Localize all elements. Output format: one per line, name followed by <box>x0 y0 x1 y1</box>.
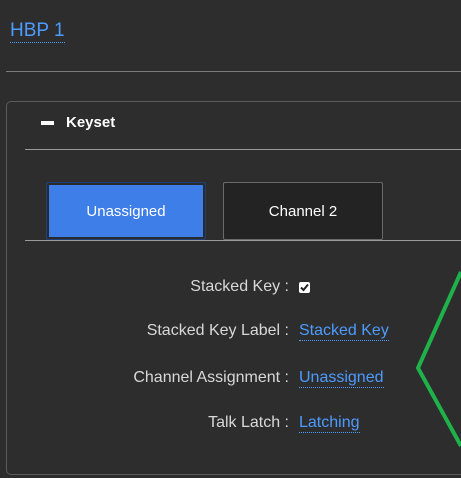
stacked-key-label: Stacked Key : <box>190 278 289 295</box>
channel-assignment-row: Channel Assignment : Unassigned <box>7 369 461 391</box>
tab-unassigned-label: Unassigned <box>86 202 166 220</box>
stacked-key-label-value[interactable]: Stacked Key <box>299 322 389 341</box>
stacked-key-checkbox[interactable] <box>299 282 310 293</box>
keyset-tabs: Unassigned Channel 2 <box>7 182 461 244</box>
talk-latch-label: Talk Latch : <box>208 414 289 431</box>
checkmark-icon <box>300 283 309 292</box>
stacked-key-value <box>299 278 310 296</box>
collapse-minus-icon[interactable] <box>41 121 54 125</box>
top-divider <box>6 71 461 72</box>
talk-latch-value[interactable]: Latching <box>299 414 360 433</box>
tab-channel-2[interactable]: Channel 2 <box>223 182 383 240</box>
keyset-panel: Keyset Unassigned Channel 2 Stacked Key … <box>6 101 461 475</box>
panel-header-divider <box>25 149 461 150</box>
page: HBP 1 Keyset Unassigned Channel 2 Stacke… <box>0 0 461 478</box>
tabs-underline <box>25 240 461 241</box>
talk-latch-row: Talk Latch : Latching <box>7 414 461 436</box>
stacked-key-label-row: Stacked Key Label : Stacked Key <box>7 322 461 344</box>
stacked-key-row: Stacked Key : <box>7 278 461 300</box>
tab-channel-2-label: Channel 2 <box>268 202 338 220</box>
tab-unassigned[interactable]: Unassigned <box>46 182 206 240</box>
channel-assignment-label: Channel Assignment : <box>133 369 289 386</box>
keyset-panel-header[interactable]: Keyset <box>7 102 461 148</box>
channel-assignment-value[interactable]: Unassigned <box>299 369 384 388</box>
keyset-panel-title: Keyset <box>66 114 116 131</box>
stacked-key-label-label: Stacked Key Label : <box>146 322 289 339</box>
device-title-link[interactable]: HBP 1 <box>10 20 65 43</box>
